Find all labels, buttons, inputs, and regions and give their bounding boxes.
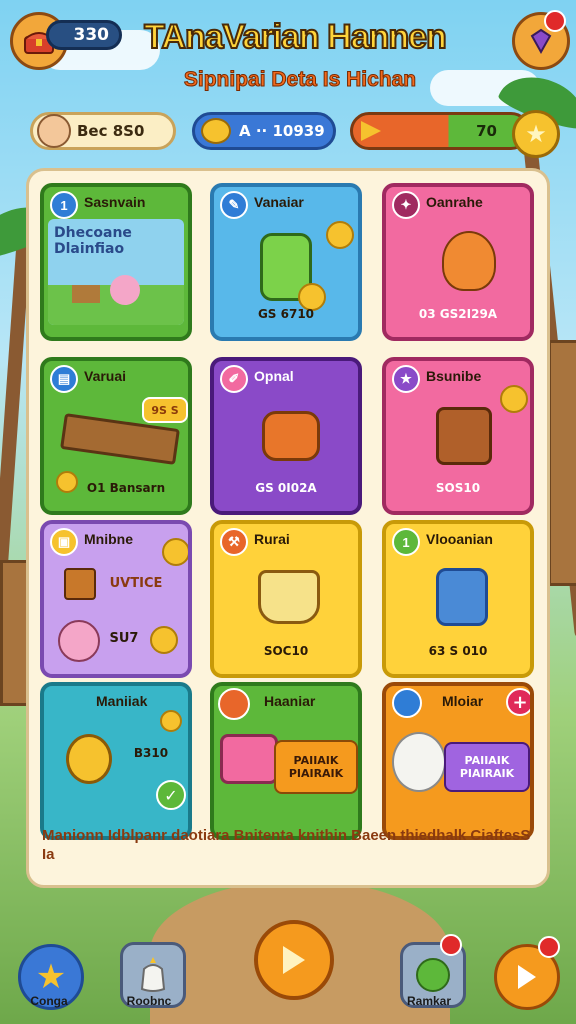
farm-scene: Dhecoane Dlainfiao <box>48 219 184 325</box>
item-card[interactable]: Haaniar PAIIAIK PIAIRAIK <box>210 682 362 840</box>
star-icon: ★ <box>35 957 67 997</box>
promo-tag: PAIIAIK PIAIRAIK <box>444 742 530 792</box>
basket-item <box>64 568 96 600</box>
jar-item <box>436 568 488 626</box>
pink-cat <box>58 620 100 662</box>
promo-tag: PAIIAIK PIAIRAIK <box>274 740 358 794</box>
info-icon: 1 <box>50 191 78 219</box>
coin-icon <box>500 385 528 413</box>
card-title: Rurai <box>254 531 290 547</box>
cake-item <box>262 411 320 461</box>
document-icon: ▤ <box>50 365 78 393</box>
badge-icon <box>218 688 250 720</box>
nav-label: Ramkar <box>406 994 452 1008</box>
item-tag-secondary: SU7 <box>109 630 139 646</box>
nav-label: Conga <box>30 994 68 1008</box>
energy-bar: 70 <box>350 112 530 150</box>
card-title: Maniiak <box>96 693 148 709</box>
card-title: Mloiar <box>442 693 484 709</box>
card-title: Opnal <box>254 368 294 384</box>
item-price: SOS10 <box>435 481 481 495</box>
play-arrow-icon <box>518 965 536 989</box>
pink-cushion <box>220 734 278 784</box>
item-card[interactable]: ✎ Vanaiar GS 6710 <box>210 183 362 341</box>
item-card[interactable]: ★ Bsunibe SOS10 <box>382 357 534 515</box>
bag-icon <box>140 957 166 992</box>
coin-icon <box>162 538 188 566</box>
card-title: Vlooanian <box>426 531 493 547</box>
gold-counter[interactable]: A ·· 10939 <box>192 112 336 150</box>
item-tag: UVTICE <box>109 575 163 591</box>
item-price: O1 Bansarn <box>86 481 166 495</box>
notification-dot <box>538 936 560 958</box>
gift-icon: ▣ <box>50 528 78 556</box>
white-cat <box>392 732 446 792</box>
coin-icon <box>150 626 178 654</box>
nav-label: Roobnc <box>126 994 172 1008</box>
item-price: GS 6710 <box>257 307 315 321</box>
page-subtitle: Sipnipai Deta Is Hichan <box>183 68 417 92</box>
item-card[interactable]: ▣ Mnibne UVTICE SU7 <box>40 520 192 678</box>
pineapple-item <box>66 734 112 784</box>
card-title: Haaniar <box>264 693 316 709</box>
item-card[interactable]: ✦ Oanrahe 03 GS2I29A <box>382 183 534 341</box>
item-card[interactable]: 1 Sasnvain Dhecoane Dlainfiao <box>40 183 192 341</box>
page-title: TAnaVarian Hannen <box>143 17 448 57</box>
item-card[interactable]: Maniiak B310 ✓ <box>40 682 192 840</box>
gold-coin-icon <box>201 118 231 144</box>
item-tag: B310 <box>133 746 169 760</box>
star-icon: ★ <box>525 120 547 148</box>
item-card[interactable]: ✐ Opnal GS 0I02A <box>210 357 362 515</box>
notification-dot <box>440 934 462 956</box>
star-badge-icon: ★ <box>392 365 420 393</box>
item-price: SOC10 <box>263 644 309 658</box>
wrench-icon: ✎ <box>220 191 248 219</box>
avatar <box>37 114 71 148</box>
player-label: Bec 8S0 <box>77 122 145 140</box>
item-price: 03 GS2I29A <box>418 307 498 321</box>
feather-icon: ✐ <box>220 365 248 393</box>
info-icon: 1 <box>392 528 420 556</box>
fox-character <box>442 231 496 291</box>
card-title: Vanaiar <box>254 194 304 210</box>
item-card[interactable]: 1 Vlooanian 63 S 010 <box>382 520 534 678</box>
wand-icon: ✦ <box>392 191 420 219</box>
footer-note: Manionn Idblpanr daotiara Bnitenta knith… <box>42 827 531 863</box>
coin-counter: 330 <box>46 20 122 50</box>
play-button[interactable] <box>254 920 334 1000</box>
banner-text: Dhecoane Dlainfiao <box>54 225 132 257</box>
notification-dot <box>544 10 566 32</box>
play-icon <box>283 946 305 974</box>
card-title: Bsunibe <box>426 368 482 384</box>
hammer-icon: ⚒ <box>220 528 248 556</box>
info-icon <box>392 688 422 718</box>
energy-value: 70 <box>476 122 497 140</box>
tree-icon <box>416 958 450 992</box>
item-price: GS 0I02A <box>255 481 317 495</box>
card-title: Oanrahe <box>426 194 483 210</box>
card-title: Varuai <box>84 368 127 384</box>
coin-icon <box>160 710 182 732</box>
checkmark-icon[interactable]: ✓ <box>156 780 186 810</box>
player-badge[interactable]: Bec 8S0 <box>30 112 176 150</box>
add-icon[interactable]: + <box>506 688 530 716</box>
tea-cup <box>258 570 320 624</box>
coin-icon <box>326 221 354 249</box>
card-title: Sasnvain <box>84 194 146 210</box>
item-card[interactable]: ▤ Varuai 9S S O1 Bansarn <box>40 357 192 515</box>
energy-arrow-icon <box>361 121 381 141</box>
item-card[interactable]: Mloiar + PAIIAIK PIAIRAIK <box>382 682 534 840</box>
price-tag: 9S S <box>142 397 188 423</box>
wooden-mug <box>436 407 492 465</box>
item-card[interactable]: ⚒ Rurai SOC10 <box>210 520 362 678</box>
gold-label: A ·· 10939 <box>239 122 325 140</box>
star-button[interactable]: ★ <box>512 110 560 158</box>
item-price: 63 S 010 <box>428 644 488 658</box>
card-title: Mnibne <box>84 531 133 547</box>
house <box>548 340 576 586</box>
